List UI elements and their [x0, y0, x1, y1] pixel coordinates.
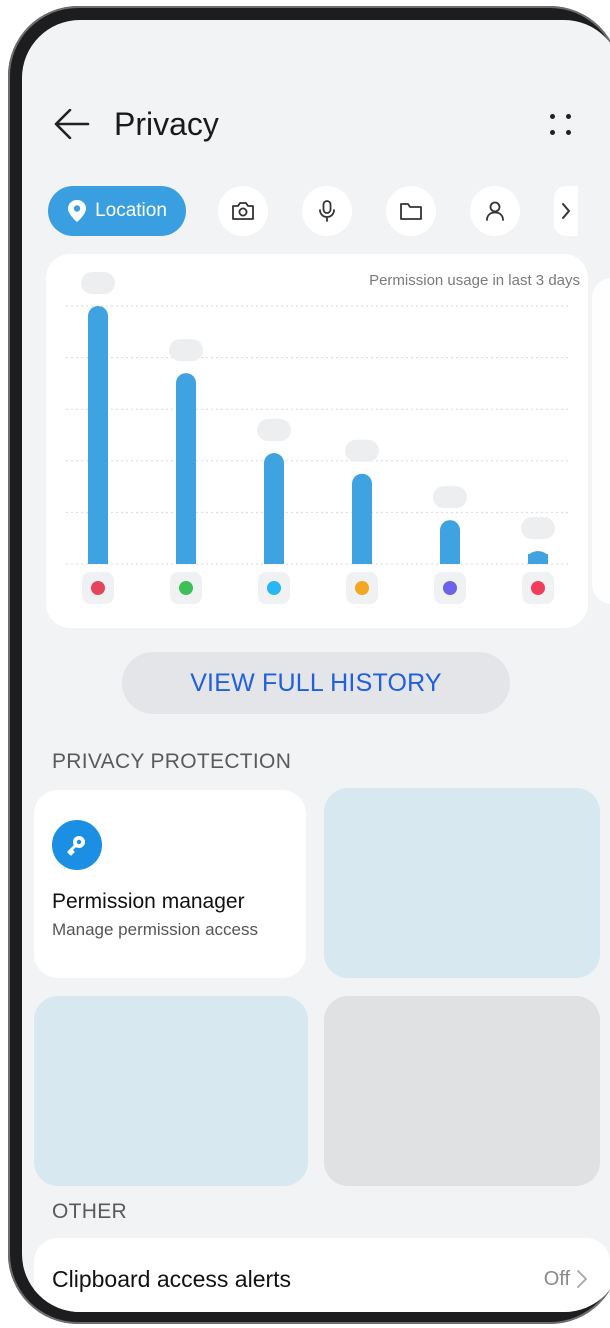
tab-location[interactable]: Location	[48, 186, 186, 236]
next-card-peek	[592, 278, 610, 604]
permission-manager-title: Permission manager	[52, 890, 245, 913]
privacy-protection-header: PRIVACY PROTECTION	[52, 750, 292, 773]
protection-card-placeholder[interactable]	[34, 996, 308, 1186]
tab-files[interactable]	[386, 186, 436, 236]
arrow-left-icon	[54, 109, 90, 139]
protection-card-placeholder[interactable]	[324, 996, 600, 1186]
more-dots-icon	[550, 114, 555, 119]
usage-bar-base	[264, 554, 284, 564]
bar-value-label	[433, 486, 467, 509]
shopping-cart-icon-glyph	[531, 581, 545, 595]
bar-value-label	[521, 517, 555, 540]
permission-manager-card[interactable]: Permission manager Manage permission acc…	[34, 790, 306, 978]
bar-value-label	[257, 419, 291, 442]
usage-bar[interactable]	[176, 373, 196, 564]
usage-bar-base	[352, 554, 372, 564]
contacts-icon	[486, 201, 504, 221]
tab-contacts[interactable]	[470, 186, 520, 236]
page-title: Privacy	[114, 106, 219, 142]
key-icon	[52, 820, 102, 870]
tab-more[interactable]	[554, 186, 578, 236]
back-button[interactable]	[52, 104, 92, 144]
usage-bar-base	[528, 554, 548, 564]
clipboard-access-alerts-value: Off	[543, 1268, 570, 1290]
usage-bar[interactable]	[88, 306, 108, 564]
view-full-history-button[interactable]: VIEW FULL HISTORY	[122, 652, 510, 714]
clipboard-access-alerts-label: Clipboard access alerts	[52, 1266, 292, 1292]
usage-bar-base	[440, 554, 460, 564]
maps-pin-icon-glyph	[91, 581, 105, 595]
bar-value-label	[169, 339, 203, 362]
camera-icon	[232, 202, 254, 220]
tab-location-label: Location	[95, 200, 167, 221]
weather-icon-glyph	[355, 581, 369, 595]
other-header: OTHER	[52, 1200, 127, 1223]
bar-value-label	[345, 439, 379, 462]
usage-bar[interactable]	[264, 453, 284, 564]
more-button[interactable]	[544, 108, 580, 144]
people-icon-glyph	[179, 581, 193, 595]
chat-icon-glyph	[267, 581, 281, 595]
permission-tabs: Location	[48, 186, 610, 236]
chevron-right-icon	[577, 1270, 587, 1288]
screen: Privacy Location Permission usage in las…	[22, 20, 610, 1312]
bar-value-label	[81, 272, 115, 294]
permission-manager-subtitle: Manage permission access	[52, 920, 258, 939]
view-full-history-label: VIEW FULL HISTORY	[190, 668, 442, 697]
usage-bar-base	[176, 554, 196, 564]
folder-icon	[400, 203, 422, 220]
microphone-icon	[319, 200, 335, 222]
usage-bar[interactable]	[352, 473, 372, 564]
usage-bar-base	[88, 554, 108, 564]
tab-camera[interactable]	[218, 186, 268, 236]
location-pin-icon	[68, 200, 87, 222]
clipboard-access-alerts-row[interactable]: Clipboard access alerts Off	[34, 1238, 610, 1312]
tab-microphone[interactable]	[302, 186, 352, 236]
usage-bars	[66, 272, 568, 604]
permission-usage-chart[interactable]: Permission usage in last 3 days	[46, 254, 588, 628]
video-icon-glyph	[443, 581, 457, 595]
protection-card-placeholder[interactable]	[324, 788, 600, 978]
chevron-right-icon	[562, 203, 570, 219]
